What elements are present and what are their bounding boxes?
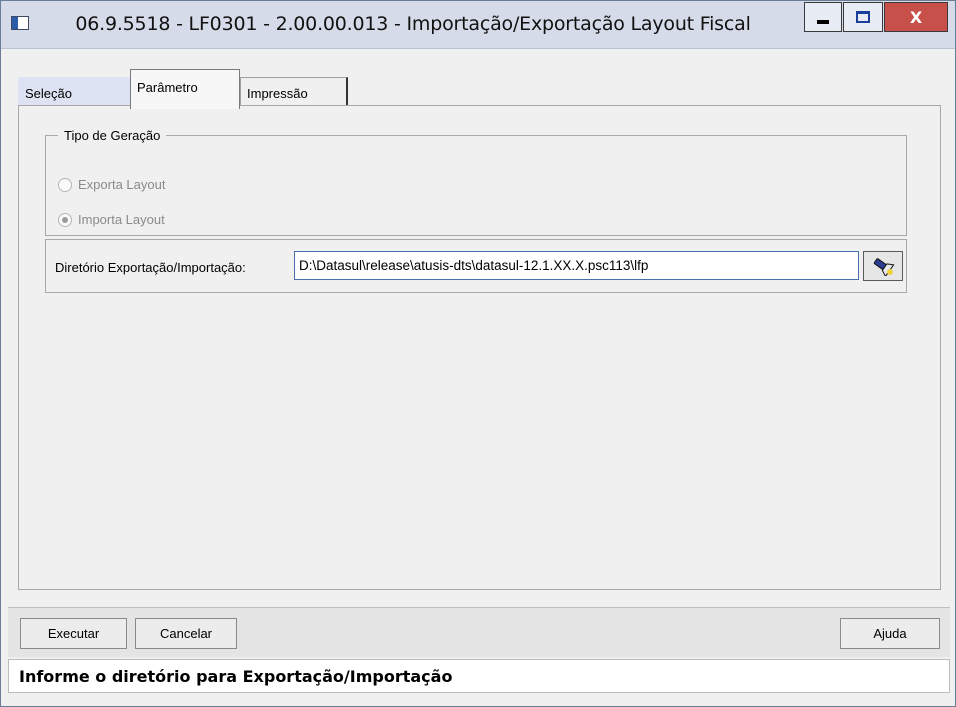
tab-parametro[interactable]: Parâmetro <box>130 69 240 109</box>
browse-button[interactable] <box>863 251 903 281</box>
app-window: 06.9.5518 - LF0301 - 2.00.00.013 - Impor… <box>0 0 956 707</box>
window-title: 06.9.5518 - LF0301 - 2.00.00.013 - Impor… <box>75 13 751 35</box>
minimize-icon <box>817 20 829 24</box>
maximize-icon <box>856 11 870 23</box>
cancel-button[interactable]: Cancelar <box>135 618 237 649</box>
directory-label: Diretório Exportação/Importação: <box>55 260 246 275</box>
title-bar[interactable]: 06.9.5518 - LF0301 - 2.00.00.013 - Impor… <box>1 1 955 49</box>
close-icon: X <box>909 7 923 27</box>
close-button[interactable]: X <box>884 2 948 32</box>
flashlight-icon <box>873 258 895 276</box>
button-bar: Executar Cancelar Ajuda <box>8 607 950 657</box>
radio-button-checked[interactable] <box>58 212 72 227</box>
tab-impressao[interactable]: Impressão <box>240 77 348 107</box>
execute-button[interactable]: Executar <box>20 618 127 649</box>
group-title: Tipo de Geração <box>64 128 161 143</box>
parametro-panel: Tipo de Geração Exporta Layout Importa L… <box>18 105 941 590</box>
tipo-geracao-group: Tipo de Geração Exporta Layout Importa L… <box>45 128 907 236</box>
directory-input[interactable] <box>294 251 859 280</box>
minimize-button[interactable] <box>804 2 842 32</box>
radio-importa-layout[interactable]: Importa Layout <box>58 212 165 227</box>
help-button[interactable]: Ajuda <box>840 618 940 649</box>
directory-box: Diretório Exportação/Importação: <box>45 239 907 293</box>
radio-label: Importa Layout <box>78 212 165 227</box>
radio-button-unchecked[interactable] <box>58 177 72 192</box>
radio-label: Exporta Layout <box>78 177 166 192</box>
radio-exporta-layout[interactable]: Exporta Layout <box>58 177 165 192</box>
tab-selecao[interactable]: Seleção <box>18 77 130 107</box>
status-bar: Informe o diretório para Exportação/Impo… <box>8 659 950 693</box>
maximize-button[interactable] <box>843 2 883 32</box>
